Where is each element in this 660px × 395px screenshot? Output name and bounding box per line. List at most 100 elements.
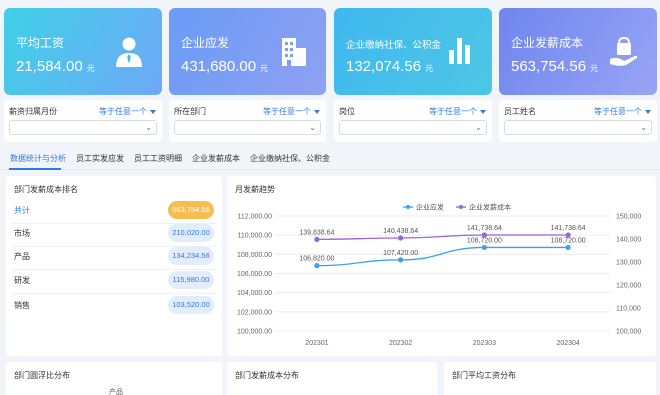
data-point [565,244,571,251]
data-point [398,235,404,241]
data-label: 141,738.64 [467,225,502,232]
chevron-down-icon: ⌄ [309,123,316,132]
ranking-row: 研发 115,980.00 [12,271,216,289]
kpi-title: 平均工资 [16,36,65,50]
chart-legend: 企业应发 企业发薪成本 [403,203,511,212]
data-label: 141,738.64 [551,225,586,232]
legend-swatch-dot [459,205,463,209]
caret-down-icon [480,109,486,114]
legend-label: 企业应发 [416,203,444,212]
tab-social-insurance[interactable]: 企业缴纳社保、公积金 [250,153,330,164]
x-tick-label: 202303 [473,340,496,347]
hand-bag-icon [610,36,638,66]
chevron-down-icon: ⌄ [475,123,482,132]
ranking-name: 市场 [14,229,30,238]
panel-title: 部门发薪成本分布 [235,371,299,380]
chevron-down-icon: ⌄ [640,123,647,132]
kpi-value: 431,680.00 元 [181,58,269,75]
filter-select[interactable]: ⌄ [339,120,487,135]
filter-select[interactable]: ⌄ [504,120,652,135]
y-left-tick-label: 112,000.00 [237,214,272,221]
filter-label: 薪资归属月份 [9,107,57,116]
ranking-value: 103,520.00 [168,296,214,314]
ranking-value: 210,020.00 [168,224,214,242]
tab-bar: 数据统计与分析 员工实发应发 员工工资明细 企业发薪成本 企业缴纳社保、公积金 [0,148,660,170]
building-icon [282,38,306,66]
tab-payroll-cost[interactable]: 企业发薪成本 [192,153,240,164]
y-left-tick-label: 104,000.00 [237,290,272,297]
ranking-name: 销售 [14,301,30,310]
filter-label: 岗位 [339,107,355,116]
data-label: 139,838.64 [299,229,334,236]
data-label: 107,420.00 [383,250,418,257]
ranking-value: 134,234.56 [168,247,214,265]
filter-department: 所在部门 等于任意一个 ⌄ [169,100,326,142]
kpi-value: 132,074.56 元 [346,58,434,75]
data-point [398,257,404,263]
data-point [314,236,320,242]
kpi-value: 21,584.00 元 [16,58,95,75]
series-line [316,246,569,267]
filter-label: 员工姓名 [504,107,536,116]
divider [12,293,216,294]
ranking-value: 563,754.56 [168,201,214,219]
y-right-tick-label: 130,000 [616,260,641,267]
chart-series: 106,820.00 107,420.00 108,720.00 108,720.00… [299,225,586,269]
department-average-salary-panel: 部门平均工资分布 [444,362,656,395]
tab-data-analysis[interactable]: 数据统计与分析 [10,153,66,164]
kpi-card-average-salary: 平均工资 21,584.00 元 [4,8,162,95]
kpi-title: 企业应发 [181,36,230,50]
y-left-tick-label: 108,000.00 [237,252,272,259]
y-right-tick-label: 110,000 [616,306,641,313]
kpi-title: 企业发薪成本 [511,36,584,50]
y-left-tick-label: 106,000.00 [237,271,272,278]
y-axis-left: 100,000.00 102,000.00 104,000.00 106,000.00… [237,214,272,336]
y-right-tick-label: 150,000 [616,214,641,221]
caret-down-icon [150,109,156,114]
filter-position: 岗位 等于任意一个 ⌄ [334,100,492,142]
ranking-value: 115,980.00 [168,271,214,289]
trend-line-chart: 100,000.00 102,000.00 104,000.00 106,000.00… [237,203,641,348]
ranking-row: 产品 134,234.56 [12,247,216,265]
data-label: 140,438.64 [383,228,418,235]
department-ratio-panel: 部门圆浮比分布 产品 [6,362,222,395]
filter-operator-dropdown[interactable]: 等于任意一个 [594,106,651,117]
kpi-value: 563,754.56 元 [511,58,599,75]
kpi-card-social-insurance: 企业缴纳社保、公积金 132,074.56 元 [334,8,492,95]
legend-label: 企业发薪成本 [469,203,511,212]
filter-operator-dropdown[interactable]: 等于任意一个 [263,106,320,117]
divider [12,269,216,270]
filter-select[interactable]: ⌄ [9,120,157,135]
y-right-tick-label: 140,000 [616,237,641,244]
person-tie-icon [116,37,142,67]
x-tick-label: 202302 [389,340,412,347]
tab-employee-pay[interactable]: 员工实发应发 [76,153,124,164]
y-right-tick-label: 120,000 [616,283,641,290]
filter-operator-dropdown[interactable]: 等于任意一个 [429,106,486,117]
kpi-card-enterprise-payable: 企业应发 431,680.00 元 [169,8,326,95]
ranking-row-total: 共计 563,754.56 [12,201,216,219]
data-label: 108,720.00 [551,237,586,244]
y-right-tick-label: 100,000 [616,329,641,336]
data-point [565,232,571,238]
filter-operator-dropdown[interactable]: 等于任意一个 [99,106,156,117]
filter-employee-name: 员工姓名 等于任意一个 ⌄ [499,100,657,142]
department-cost-distribution-panel: 部门发薪成本分布 [227,362,437,395]
panel-title: 部门平均工资分布 [452,371,516,380]
x-axis: 202301 202302 202303 202304 [305,340,580,347]
data-label: 106,820.00 [299,256,334,263]
active-tab-indicator [9,168,61,170]
kpi-title: 企业缴纳社保、公积金 [346,40,442,51]
filter-select[interactable]: ⌄ [174,120,321,135]
y-left-tick-label: 102,000.00 [237,309,272,316]
filter-label: 所在部门 [174,107,206,116]
caret-down-icon [314,109,320,114]
y-left-tick-label: 100,000.00 [237,329,272,336]
data-point [314,263,320,269]
pie-label: 产品 [109,389,123,395]
data-label: 108,720.00 [467,237,502,244]
y-left-tick-label: 110,000.00 [237,233,272,240]
tab-salary-detail[interactable]: 员工工资明细 [134,153,182,164]
x-tick-label: 202301 [305,340,328,347]
monthly-pay-trend-panel: 月发薪趋势 100,000.00 102,000.00 104,000.00 106,… [227,176,656,356]
